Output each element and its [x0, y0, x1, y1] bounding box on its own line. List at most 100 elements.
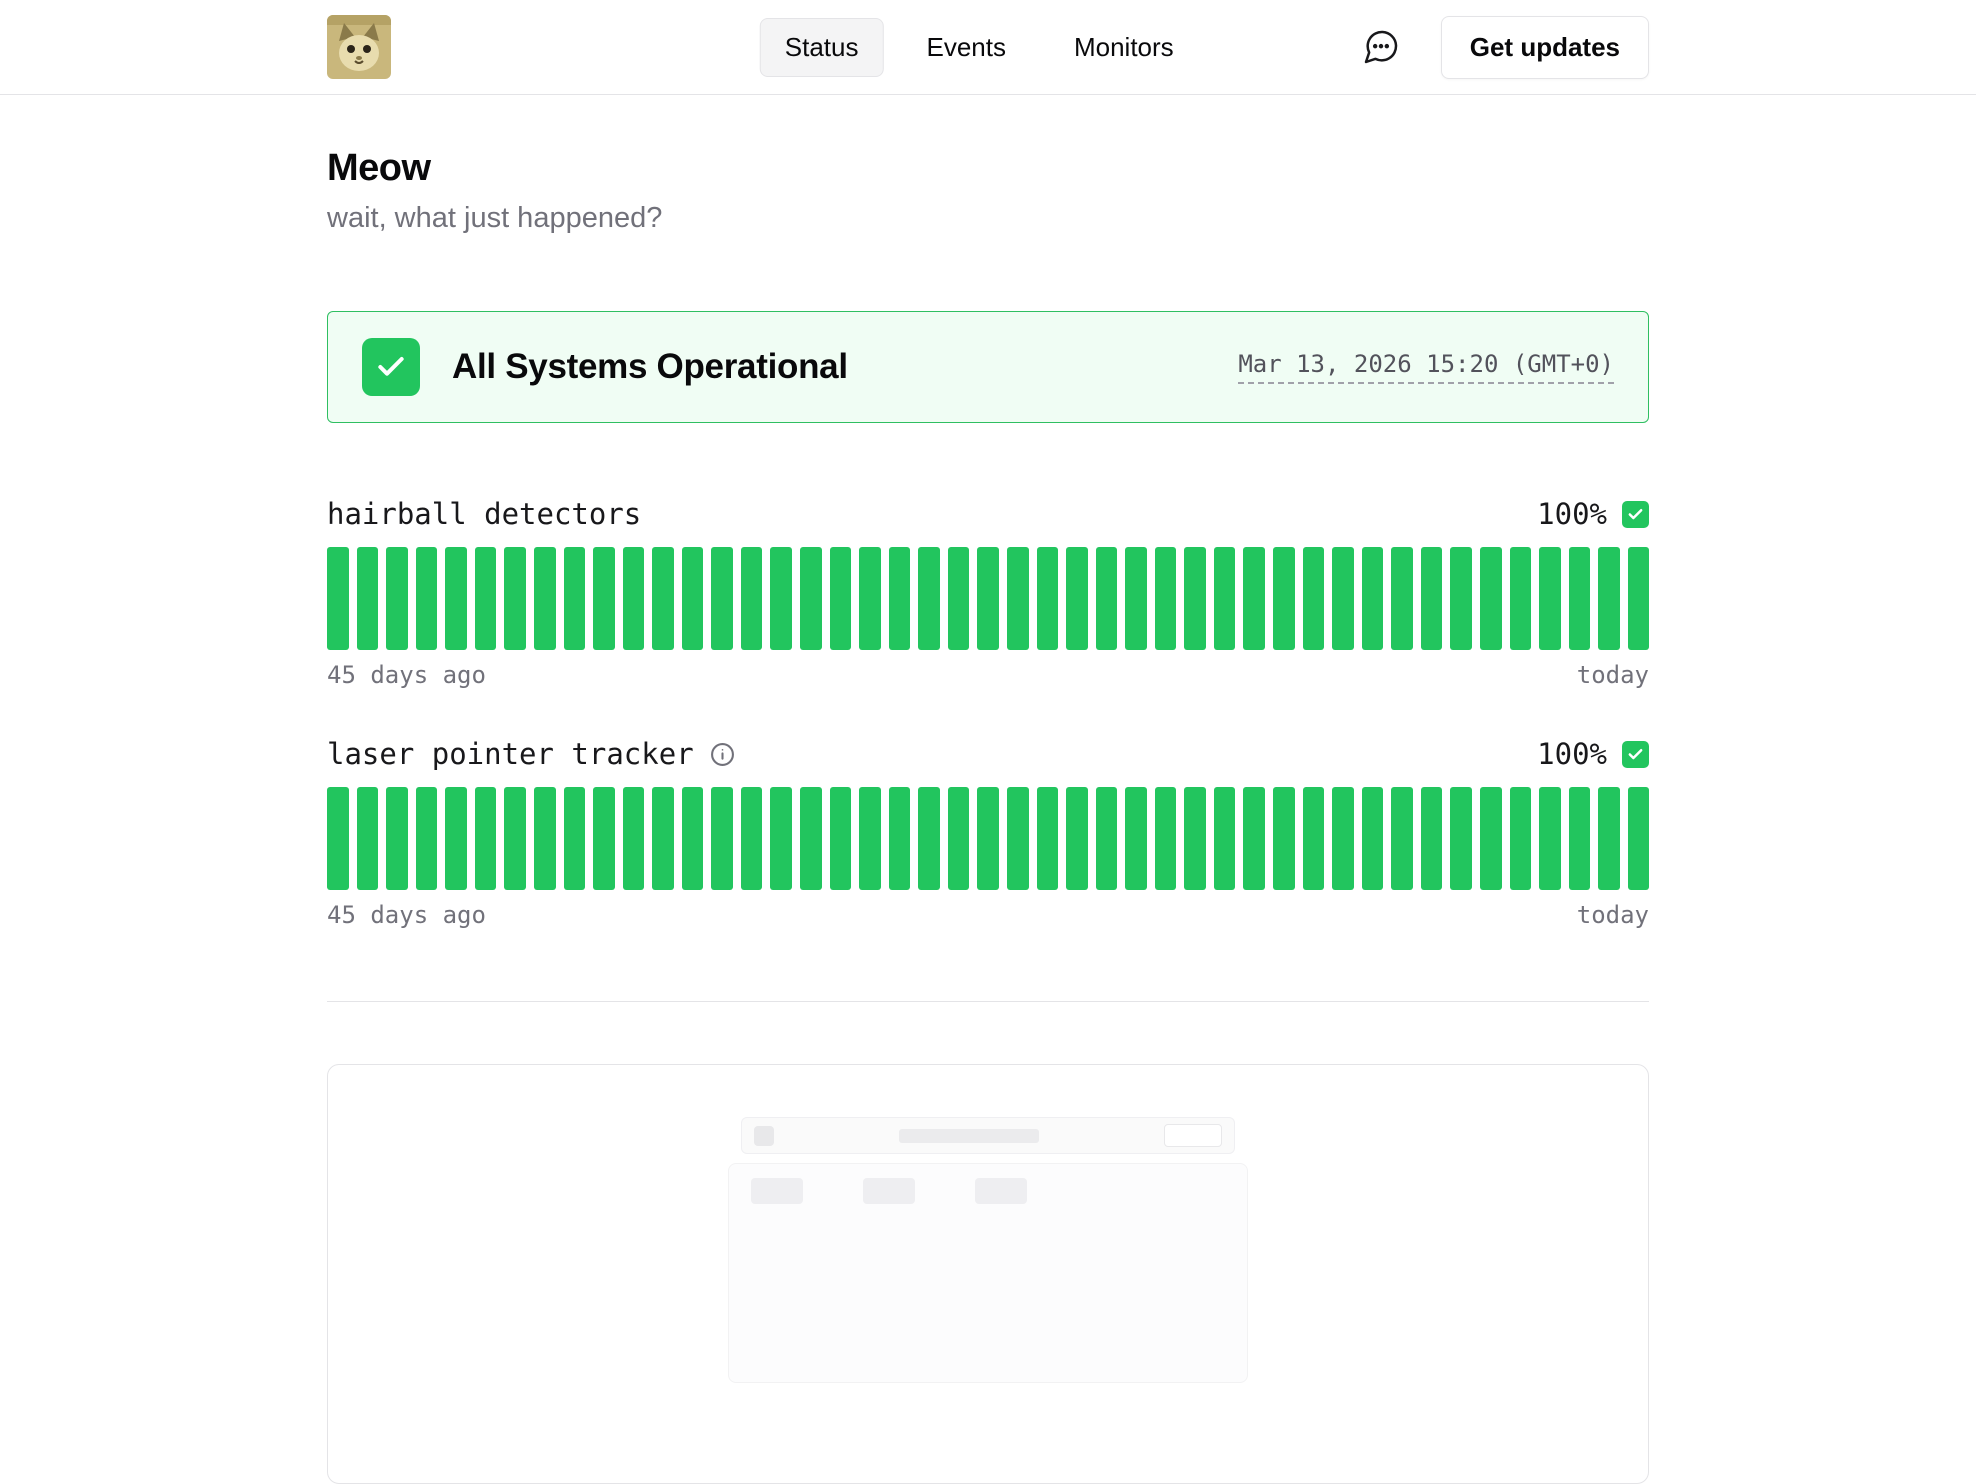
uptime-bar[interactable]: [1510, 787, 1532, 890]
uptime-bar[interactable]: [1184, 547, 1206, 650]
uptime-bar[interactable]: [1214, 547, 1236, 650]
uptime-bar[interactable]: [1391, 547, 1413, 650]
uptime-bar[interactable]: [1569, 547, 1591, 650]
status-timestamp[interactable]: Mar 13, 2026 15:20 (GMT+0): [1238, 350, 1614, 384]
check-icon: [375, 351, 407, 383]
uptime-bar[interactable]: [948, 547, 970, 650]
uptime-bar[interactable]: [475, 547, 497, 650]
uptime-bar[interactable]: [327, 547, 349, 650]
logo-avatar[interactable]: [327, 15, 391, 79]
uptime-bar[interactable]: [1303, 547, 1325, 650]
uptime-bar[interactable]: [445, 547, 467, 650]
uptime-bar[interactable]: [1598, 547, 1620, 650]
uptime-bar[interactable]: [1303, 787, 1325, 890]
uptime-bar[interactable]: [593, 787, 615, 890]
uptime-bar[interactable]: [1184, 787, 1206, 890]
uptime-bar[interactable]: [1125, 787, 1147, 890]
uptime-bar[interactable]: [534, 547, 556, 650]
uptime-bar[interactable]: [593, 547, 615, 650]
uptime-bar[interactable]: [1214, 787, 1236, 890]
uptime-bar[interactable]: [1391, 787, 1413, 890]
uptime-bar[interactable]: [623, 787, 645, 890]
tab-status[interactable]: Status: [760, 18, 884, 77]
uptime-bar[interactable]: [1362, 787, 1384, 890]
uptime-bar[interactable]: [1450, 547, 1472, 650]
tab-monitors[interactable]: Monitors: [1049, 18, 1199, 77]
uptime-bar[interactable]: [889, 547, 911, 650]
uptime-bar[interactable]: [386, 547, 408, 650]
uptime-bar[interactable]: [711, 787, 733, 890]
skeleton-navbar: [741, 1117, 1235, 1154]
uptime-bar[interactable]: [564, 547, 586, 650]
uptime-bar[interactable]: [1096, 787, 1118, 890]
uptime-bar[interactable]: [1125, 547, 1147, 650]
uptime-bar[interactable]: [770, 787, 792, 890]
uptime-bar[interactable]: [1243, 787, 1265, 890]
uptime-bar[interactable]: [1480, 547, 1502, 650]
monitor-info-button[interactable]: [710, 742, 735, 767]
uptime-bar[interactable]: [416, 787, 438, 890]
uptime-bar[interactable]: [1037, 547, 1059, 650]
uptime-bar[interactable]: [1066, 787, 1088, 890]
uptime-bar[interactable]: [534, 787, 556, 890]
uptime-bar[interactable]: [475, 787, 497, 890]
uptime-bar[interactable]: [1332, 547, 1354, 650]
uptime-bar[interactable]: [859, 547, 881, 650]
uptime-bar[interactable]: [918, 547, 940, 650]
uptime-bar[interactable]: [564, 787, 586, 890]
get-updates-button[interactable]: Get updates: [1441, 16, 1649, 79]
uptime-bar[interactable]: [682, 547, 704, 650]
uptime-bar[interactable]: [504, 787, 526, 890]
uptime-bar[interactable]: [830, 787, 852, 890]
uptime-bar[interactable]: [800, 787, 822, 890]
uptime-bar[interactable]: [1480, 787, 1502, 890]
uptime-bar[interactable]: [1007, 787, 1029, 890]
uptime-bar[interactable]: [770, 547, 792, 650]
uptime-bar[interactable]: [1539, 787, 1561, 890]
uptime-bar[interactable]: [416, 547, 438, 650]
uptime-bar[interactable]: [1450, 787, 1472, 890]
uptime-bar[interactable]: [1007, 547, 1029, 650]
uptime-bar[interactable]: [682, 787, 704, 890]
feedback-chat-button[interactable]: [1355, 21, 1407, 73]
uptime-bar[interactable]: [623, 547, 645, 650]
uptime-bar[interactable]: [1569, 787, 1591, 890]
uptime-bar[interactable]: [859, 787, 881, 890]
uptime-bar[interactable]: [711, 547, 733, 650]
uptime-bar[interactable]: [1539, 547, 1561, 650]
uptime-bar[interactable]: [977, 547, 999, 650]
uptime-bar[interactable]: [918, 787, 940, 890]
uptime-bar[interactable]: [741, 787, 763, 890]
uptime-bar[interactable]: [1628, 547, 1650, 650]
uptime-bar[interactable]: [889, 787, 911, 890]
uptime-bar[interactable]: [1037, 787, 1059, 890]
uptime-bar[interactable]: [1332, 787, 1354, 890]
tab-events[interactable]: Events: [901, 18, 1031, 77]
uptime-bar[interactable]: [1155, 547, 1177, 650]
uptime-bar[interactable]: [741, 547, 763, 650]
uptime-bar[interactable]: [357, 547, 379, 650]
uptime-bar[interactable]: [1066, 547, 1088, 650]
uptime-bar[interactable]: [1273, 547, 1295, 650]
uptime-bar[interactable]: [1598, 787, 1620, 890]
uptime-bar[interactable]: [1628, 787, 1650, 890]
uptime-bar[interactable]: [948, 787, 970, 890]
uptime-bar[interactable]: [1243, 547, 1265, 650]
uptime-bar[interactable]: [1421, 547, 1443, 650]
uptime-bar[interactable]: [1273, 787, 1295, 890]
uptime-bar[interactable]: [800, 547, 822, 650]
uptime-bar[interactable]: [357, 787, 379, 890]
uptime-bar[interactable]: [1421, 787, 1443, 890]
uptime-bar[interactable]: [652, 787, 674, 890]
uptime-bar[interactable]: [445, 787, 467, 890]
uptime-bar[interactable]: [1362, 547, 1384, 650]
uptime-bar[interactable]: [830, 547, 852, 650]
uptime-bar[interactable]: [1155, 787, 1177, 890]
uptime-bar[interactable]: [652, 547, 674, 650]
uptime-bar[interactable]: [977, 787, 999, 890]
uptime-bar[interactable]: [1510, 547, 1532, 650]
uptime-bar[interactable]: [504, 547, 526, 650]
uptime-bar[interactable]: [1096, 547, 1118, 650]
uptime-bar[interactable]: [327, 787, 349, 890]
uptime-bar[interactable]: [386, 787, 408, 890]
